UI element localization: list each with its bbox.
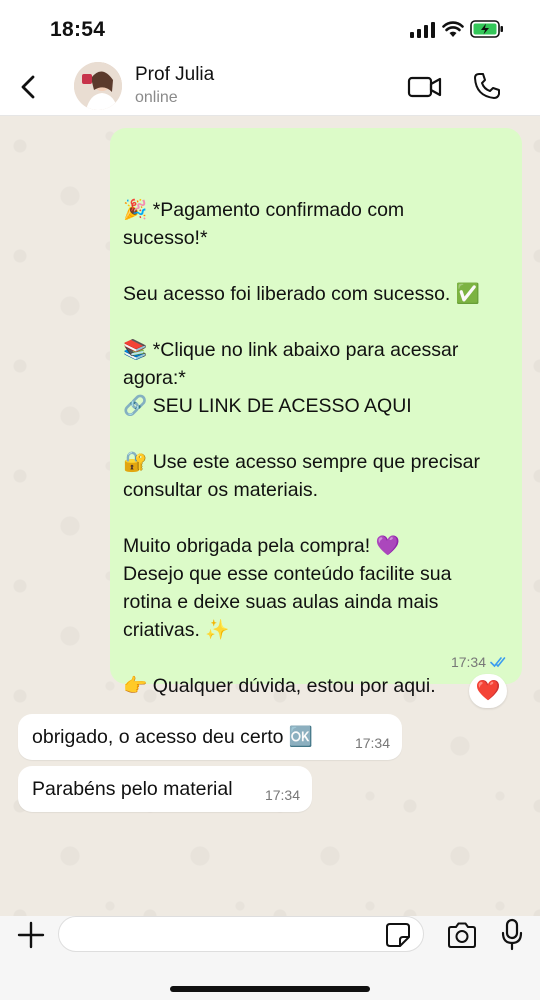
message-text: obrigado, o acesso deu certo 🆗 xyxy=(32,726,314,748)
plus-icon[interactable] xyxy=(16,920,46,950)
message-time: 17:34 xyxy=(264,787,300,803)
avatar-image xyxy=(74,62,122,110)
phone-icon[interactable] xyxy=(472,71,502,101)
message-composer xyxy=(0,916,540,1000)
chat-area[interactable]: 🎉 *Pagamento confirmado com sucesso!* Se… xyxy=(0,116,540,916)
message-input[interactable] xyxy=(58,916,424,952)
wifi-icon xyxy=(442,21,464,37)
back-icon[interactable] xyxy=(14,70,44,104)
chat-header: Prof Julia online xyxy=(0,58,540,116)
contact-status: online xyxy=(135,89,178,106)
signal-icon xyxy=(410,22,435,38)
message-time: 17:34 xyxy=(450,654,486,670)
heart-reaction[interactable]: ❤️ xyxy=(469,674,507,708)
message-meta: 17:34 xyxy=(451,648,510,676)
incoming-message[interactable]: Parabéns pelo material 17:34 xyxy=(18,766,312,812)
sticker-icon[interactable] xyxy=(385,922,411,948)
incoming-message[interactable]: obrigado, o acesso deu certo 🆗 17:34 xyxy=(18,714,402,760)
message-text: 🎉 *Pagamento confirmado com sucesso!* Se… xyxy=(123,199,481,697)
message-text: Parabéns pelo material xyxy=(32,777,233,800)
battery-icon xyxy=(470,20,503,38)
video-call-icon[interactable] xyxy=(407,74,443,100)
message-time: 17:34 xyxy=(354,735,390,751)
outgoing-message[interactable]: 🎉 *Pagamento confirmado com sucesso!* Se… xyxy=(110,128,522,697)
home-indicator[interactable] xyxy=(170,986,370,992)
contact-avatar[interactable] xyxy=(74,62,122,110)
camera-icon[interactable] xyxy=(446,921,478,949)
status-bar: 18:54 xyxy=(0,0,540,58)
contact-name[interactable]: Prof Julia xyxy=(135,64,214,86)
microphone-icon[interactable] xyxy=(500,918,524,952)
read-ticks-icon xyxy=(490,657,506,668)
status-time: 18:54 xyxy=(50,18,106,41)
